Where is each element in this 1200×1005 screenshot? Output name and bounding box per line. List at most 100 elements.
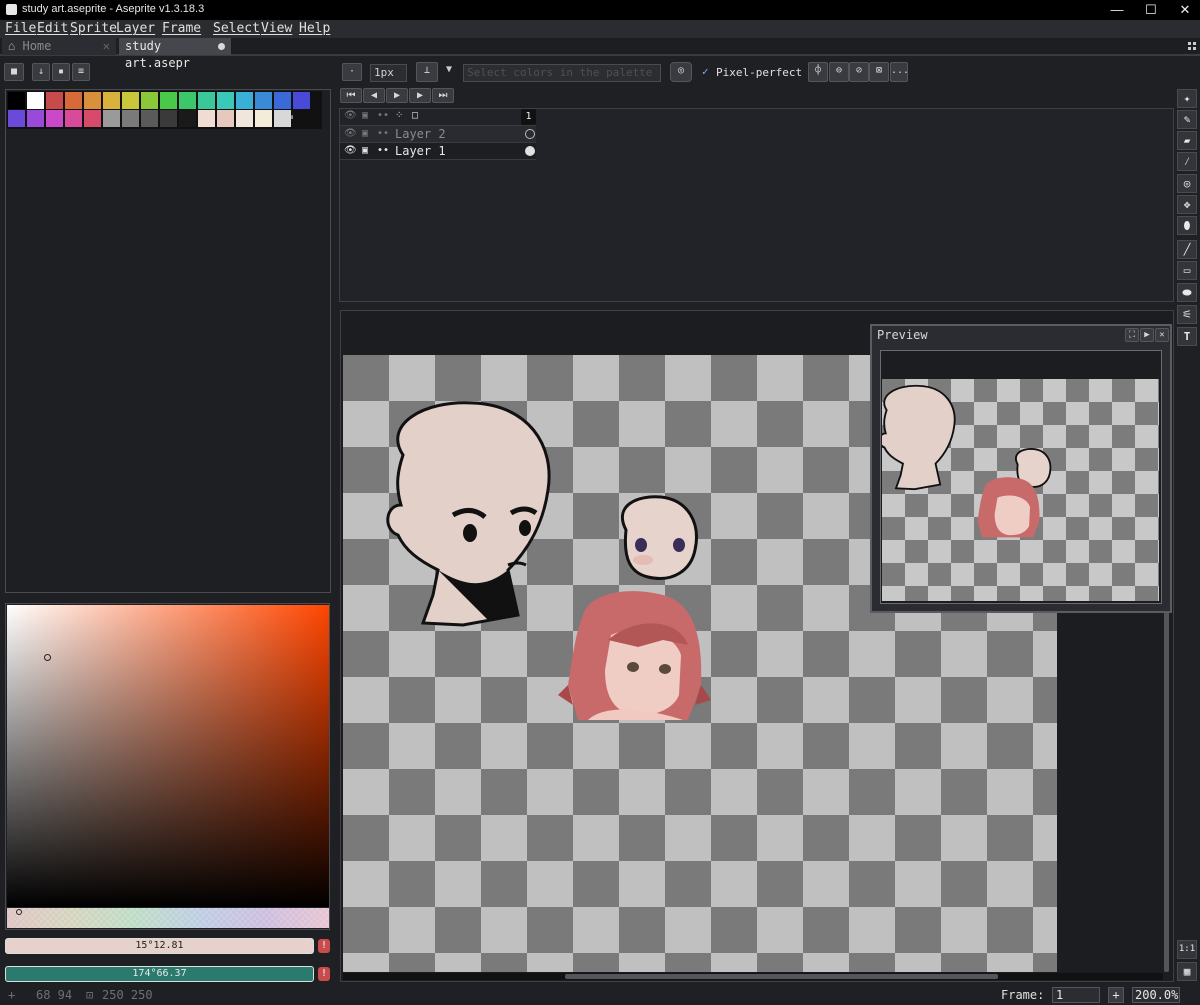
previous-frame-button[interactable]: ◀ — [363, 88, 385, 103]
continuous-icon[interactable]: •• — [377, 128, 389, 139]
palette-lock-button[interactable]: ■ — [4, 63, 24, 81]
fill-tool[interactable]: ⬮ — [1177, 216, 1197, 235]
foreground-warning-icon[interactable]: ! — [318, 939, 330, 953]
first-frame-button[interactable]: ⏮ — [340, 88, 362, 103]
more-options-button[interactable]: ... — [890, 62, 909, 82]
palette-swatch[interactable] — [8, 92, 25, 109]
palette-swatch[interactable] — [198, 92, 215, 109]
header-lock-icon[interactable]: ▣ — [362, 110, 368, 121]
palette-swatch[interactable] — [217, 92, 234, 109]
preview-play-button[interactable]: ▶ — [1140, 328, 1154, 342]
play-button[interactable]: ▶ — [386, 88, 408, 103]
pixel-perfect-checkbox[interactable]: ✓ — [702, 65, 709, 78]
header-visibility-icon[interactable]: 👁 — [344, 110, 357, 121]
text-tool[interactable]: T — [1177, 327, 1197, 346]
tabs-menu-icon[interactable] — [1188, 42, 1196, 50]
palette-swatch[interactable] — [27, 110, 44, 127]
symmetry-button[interactable]: ◎ — [670, 62, 692, 82]
lock-icon[interactable]: ▣ — [362, 128, 368, 139]
menu-frame[interactable]: Frame — [162, 21, 201, 36]
frame-field[interactable]: 1 — [1052, 987, 1100, 1003]
brush-type-button[interactable]: · — [342, 63, 362, 81]
header-layer-icon[interactable]: □ — [412, 110, 418, 121]
blur-tool[interactable]: ⬬ — [1177, 283, 1197, 302]
background-warning-icon[interactable]: ! — [318, 967, 330, 981]
menu-file[interactable]: File — [5, 21, 36, 36]
guide-vertical-button[interactable]: ⌽ — [808, 62, 828, 82]
actual-size-button[interactable]: 1:1 — [1177, 940, 1197, 959]
palette-swatch[interactable] — [141, 92, 158, 109]
layer-name[interactable]: Layer 2 — [395, 127, 446, 141]
menu-help[interactable]: Help — [299, 21, 330, 36]
background-color-button[interactable]: 174°66.37 — [5, 966, 314, 982]
pencil-tool[interactable]: ✎ — [1177, 110, 1197, 129]
palette-swatch[interactable] — [103, 92, 120, 109]
last-frame-button[interactable]: ⏭ — [432, 88, 454, 103]
frame-header[interactable]: 1 — [521, 109, 536, 125]
layer-row-layer-2[interactable]: 👁 ▣ •• Layer 2 — [340, 126, 536, 143]
brush-size-field[interactable]: 1px — [370, 64, 407, 82]
guide-diagonal-button[interactable]: ⊘ — [849, 62, 869, 82]
move-tool[interactable]: ✥ — [1177, 195, 1197, 214]
palette-swatch[interactable] — [122, 110, 139, 127]
lock-icon[interactable]: ▣ — [362, 145, 368, 156]
color-selection-field[interactable]: Select colors in the palette — [463, 64, 661, 82]
saturation-value-field[interactable] — [7, 605, 329, 907]
palette-swatch[interactable] — [65, 92, 82, 109]
empty-cel-icon[interactable] — [525, 129, 535, 139]
grid-toggle-button[interactable]: ▦ — [1177, 962, 1197, 981]
palette-sort-button[interactable]: ▪ — [52, 63, 70, 81]
hue-slider-handle[interactable] — [16, 909, 22, 915]
preview-mode-button[interactable]: ⛶ — [1125, 328, 1139, 342]
palette-swatch[interactable] — [274, 92, 291, 109]
line-tool[interactable]: ╱ — [1177, 240, 1197, 259]
zoom-level-field[interactable]: 200.0% — [1132, 987, 1180, 1003]
hue-slider[interactable] — [7, 908, 329, 928]
menu-view[interactable]: View — [261, 21, 292, 36]
horizontal-scroll-thumb[interactable] — [565, 974, 998, 979]
filled-cel-icon[interactable] — [525, 146, 535, 156]
palette-swatch[interactable] — [198, 110, 215, 127]
menu-edit[interactable]: Edit — [37, 21, 68, 36]
spray-tool[interactable]: ⚟ — [1177, 305, 1197, 324]
palette-menu-button[interactable]: ≡ — [72, 63, 90, 81]
preview-close-button[interactable]: ✕ — [1155, 328, 1169, 342]
palette-swatch[interactable] — [236, 92, 253, 109]
palette-options-button[interactable]: ↓ — [32, 63, 50, 81]
palette-swatch[interactable] — [160, 110, 177, 127]
selection-tool[interactable]: ✦ — [1177, 89, 1197, 108]
visibility-eye-icon[interactable]: 👁 — [344, 128, 357, 139]
onion-skin-icon[interactable]: ⁘ — [395, 110, 403, 121]
minimize-button[interactable]: — — [1106, 1, 1128, 19]
palette-swatch[interactable] — [217, 110, 234, 127]
menu-select[interactable]: Select — [213, 21, 260, 36]
palette-swatch[interactable] — [141, 110, 158, 127]
foreground-color-button[interactable]: 15°12.81 — [5, 938, 314, 954]
layer-name[interactable]: Layer 1 — [395, 144, 446, 158]
palette-swatch[interactable] — [122, 92, 139, 109]
layer-row-layer-1[interactable]: 👁 ▣ •• Layer 1 — [340, 143, 536, 160]
eyedropper-tool[interactable]: ⁄ — [1177, 152, 1197, 171]
palette-swatch[interactable] — [179, 110, 196, 127]
palette-swatch[interactable] — [46, 92, 63, 109]
next-frame-button[interactable]: ▶ — [409, 88, 431, 103]
palette-resize-icon[interactable]: ⏸ — [289, 113, 294, 123]
zoom-tool[interactable]: ◎ — [1177, 174, 1197, 193]
visibility-eye-icon[interactable]: 👁 — [344, 145, 357, 156]
palette-swatch[interactable] — [46, 110, 63, 127]
palette-swatch[interactable] — [65, 110, 82, 127]
palette-swatch[interactable] — [27, 92, 44, 109]
palette-swatch[interactable] — [103, 110, 120, 127]
continuous-icon[interactable]: •• — [377, 145, 389, 156]
palette-swatch[interactable] — [8, 110, 25, 127]
palette-swatch[interactable] — [236, 110, 253, 127]
close-window-button[interactable]: ✕ — [1174, 1, 1196, 19]
close-tab-icon[interactable]: ✕ — [103, 38, 110, 55]
ink-type-button[interactable]: ⊥ — [416, 62, 438, 82]
maximize-button[interactable]: ☐ — [1140, 1, 1162, 19]
palette-swatch[interactable] — [84, 92, 101, 109]
eraser-tool[interactable]: ▰ — [1177, 131, 1197, 150]
guide-cross-button[interactable]: ⊠ — [869, 62, 889, 82]
preview-canvas[interactable] — [882, 379, 1159, 601]
color-cursor[interactable] — [44, 654, 51, 661]
